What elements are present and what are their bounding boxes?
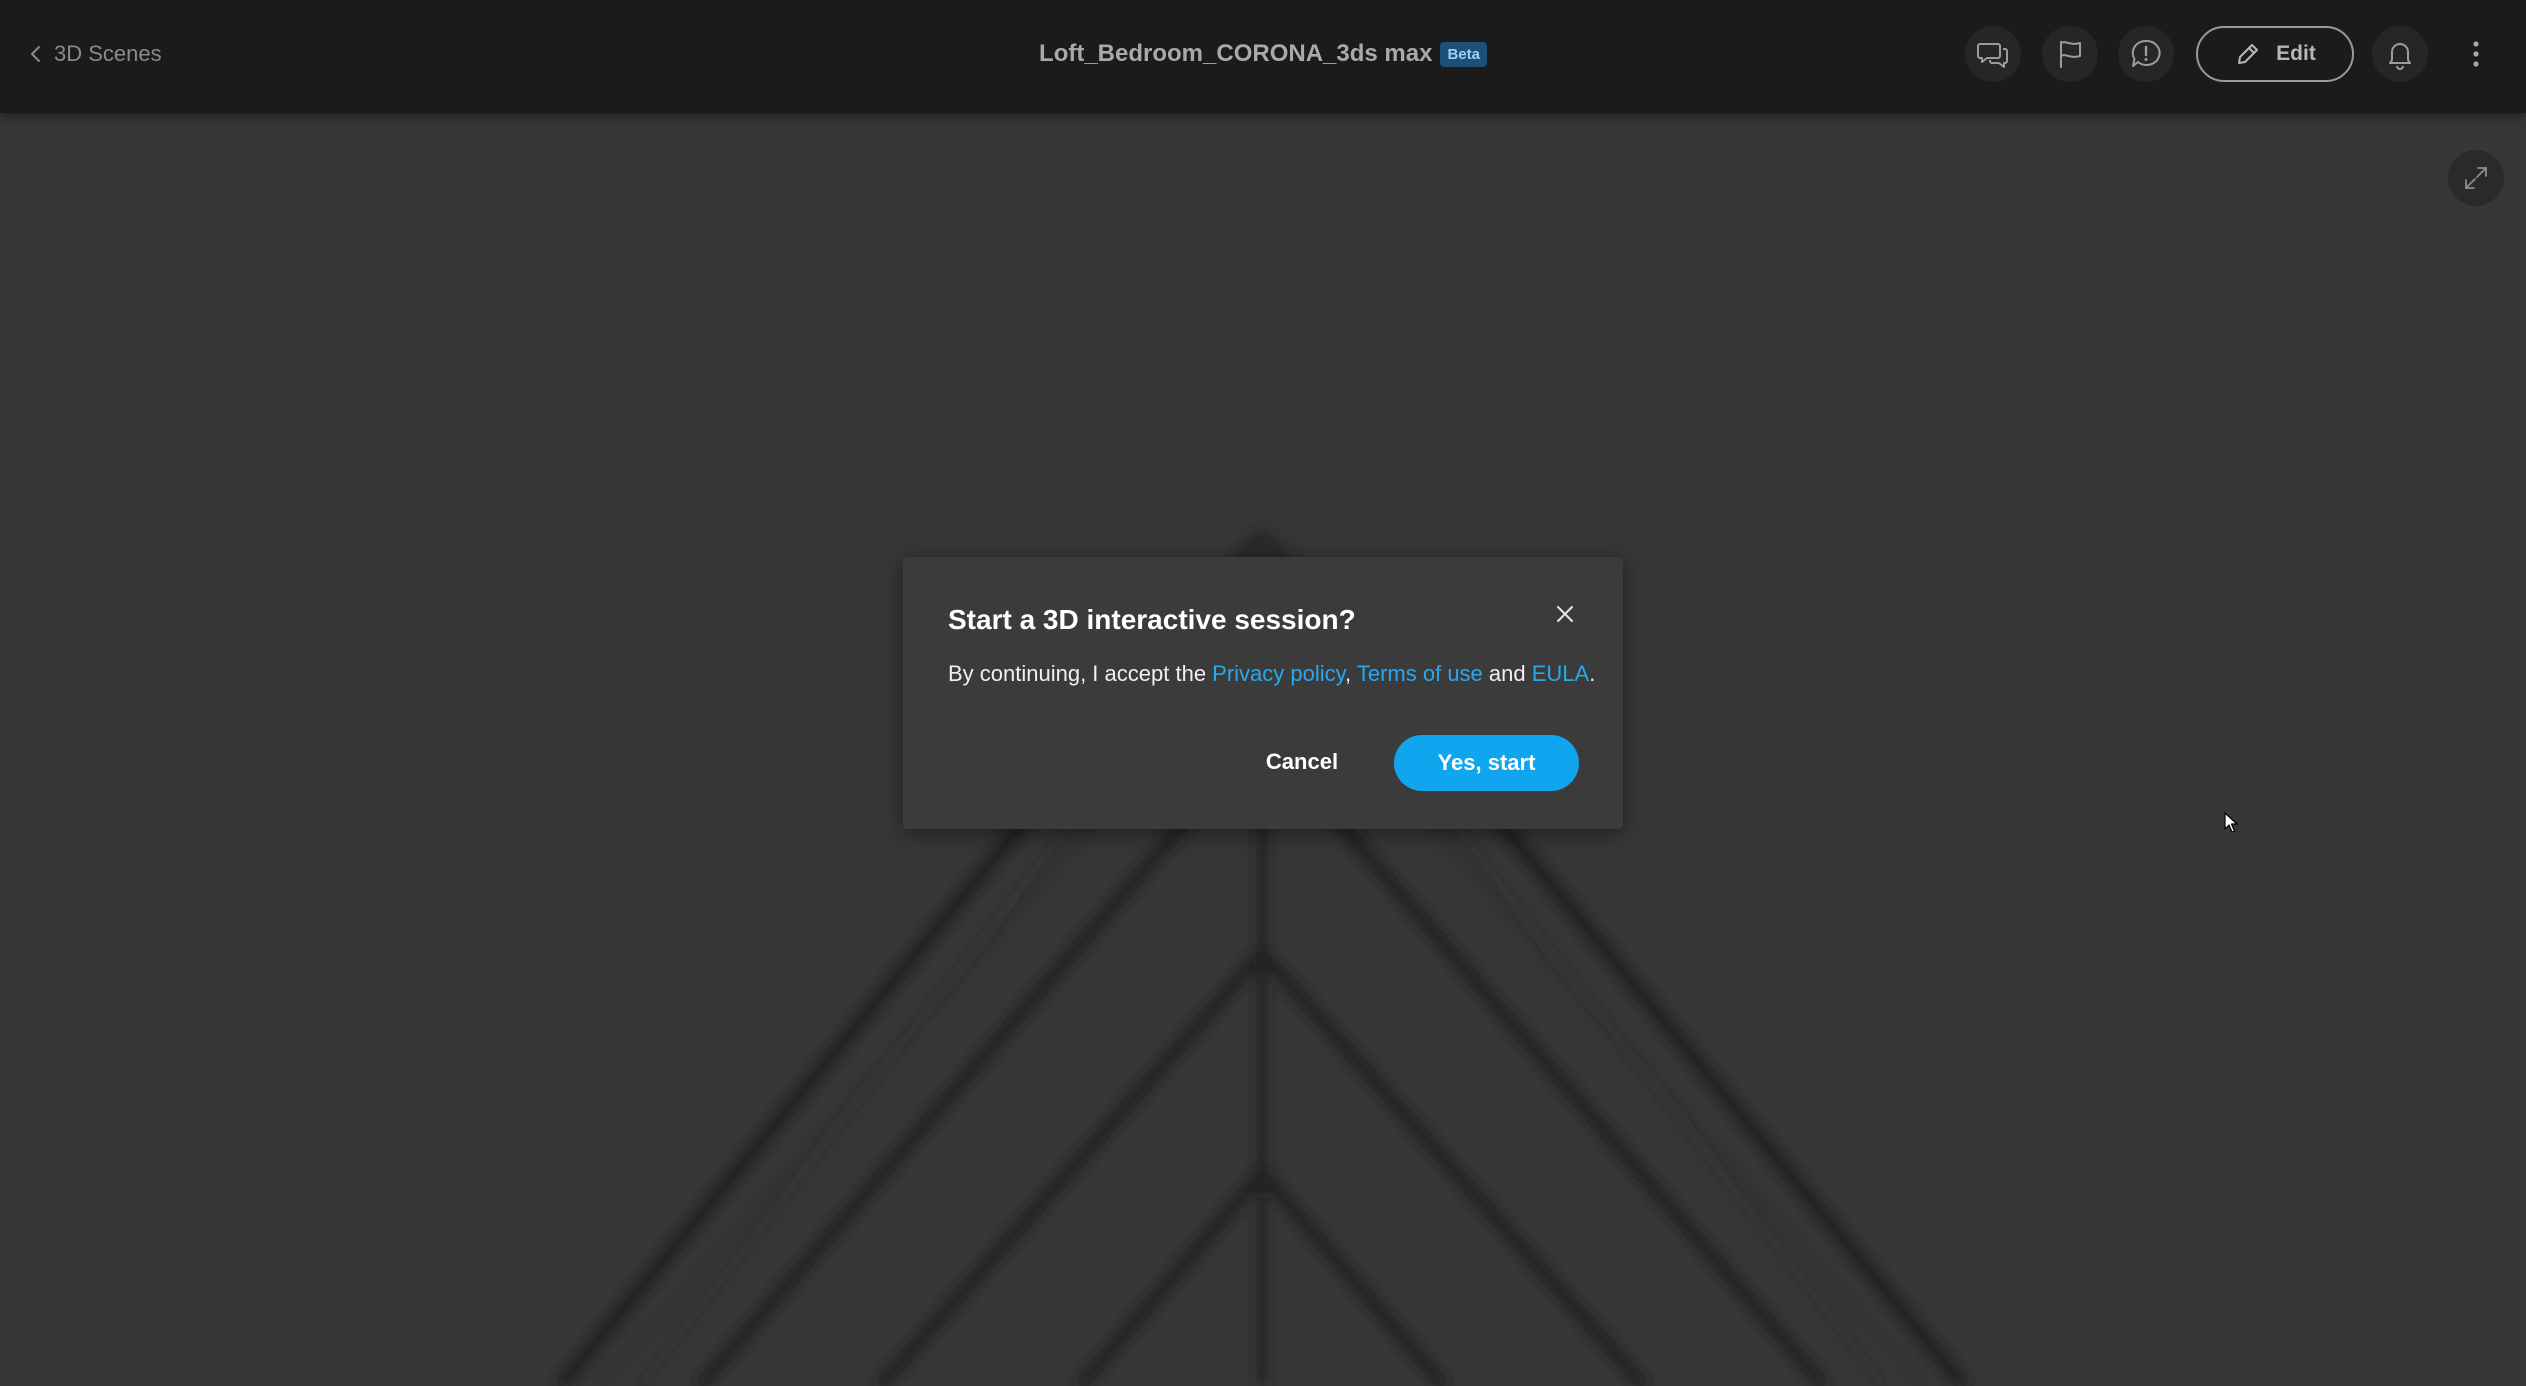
message-separator-and: and — [1482, 661, 1532, 686]
confirm-start-button[interactable]: Yes, start — [1394, 735, 1579, 791]
message-suffix: . — [1589, 661, 1596, 686]
expand-icon — [2465, 167, 2487, 189]
start-session-dialog: Start a 3D interactive session? By conti… — [903, 557, 1623, 829]
terms-of-use-link[interactable]: Terms of use — [1357, 661, 1483, 686]
comments-button[interactable] — [1965, 26, 2021, 82]
cancel-button[interactable]: Cancel — [1245, 735, 1359, 789]
message-separator-comma: , — [1345, 661, 1357, 686]
fullscreen-button[interactable] — [2448, 150, 2504, 206]
dialog-title: Start a 3D interactive session? — [948, 604, 1356, 635]
pencil-icon — [2238, 44, 2259, 64]
dialog-close-button[interactable] — [1548, 597, 1582, 631]
beta-badge: Beta — [1440, 41, 1487, 67]
bell-icon — [2389, 43, 2411, 70]
more-vertical-icon — [2473, 41, 2479, 67]
notifications-button[interactable] — [2372, 26, 2428, 82]
app-window: 3D Scenes Loft_Bedroom_CORONA_3ds max Be… — [0, 0, 2526, 1386]
alert-icon — [2131, 39, 2161, 67]
edit-label: Edit — [2276, 42, 2316, 65]
edit-button[interactable]: Edit — [2196, 26, 2354, 82]
report-button[interactable] — [2118, 26, 2174, 82]
privacy-policy-link[interactable]: Privacy policy — [1212, 661, 1345, 686]
dialog-message: By continuing, I accept the Privacy poli… — [948, 661, 1595, 687]
close-icon — [1557, 606, 1573, 622]
page-title: Loft_Bedroom_CORONA_3ds max — [1039, 40, 1433, 67]
flag-button[interactable] — [2042, 26, 2098, 82]
flag-icon — [2060, 41, 2081, 68]
chat-icon — [1977, 43, 2008, 68]
eula-link[interactable]: EULA — [1532, 661, 1589, 686]
mouse-cursor-icon — [2224, 812, 2238, 833]
top-bar: 3D Scenes Loft_Bedroom_CORONA_3ds max Be… — [0, 0, 2526, 113]
message-prefix: By continuing, I accept the — [948, 661, 1213, 686]
more-options-button[interactable] — [2464, 34, 2488, 74]
